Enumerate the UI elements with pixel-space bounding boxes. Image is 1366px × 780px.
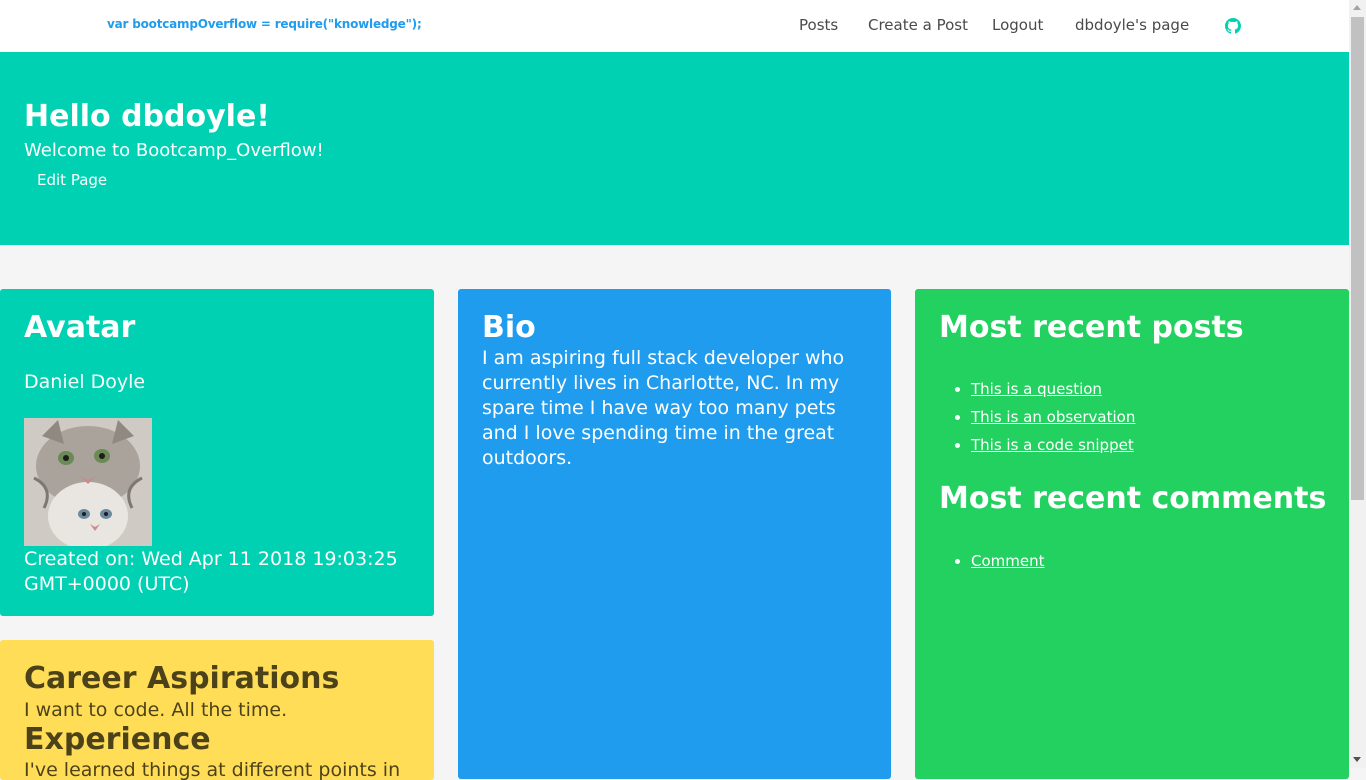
nav-posts[interactable]: Posts <box>799 16 838 34</box>
cat-avatar-image <box>24 418 152 546</box>
experience-title: Experience <box>24 722 211 757</box>
recent-comments-title: Most recent comments <box>939 481 1327 516</box>
account-created-date: Created on: Wed Apr 11 2018 19:03:25 GMT… <box>24 548 398 595</box>
top-navbar: var bootcampOverflow = require("knowledg… <box>0 0 1349 52</box>
edit-page-link[interactable]: Edit Page <box>37 171 107 189</box>
avatar-card-title: Avatar <box>24 310 136 345</box>
scroll-down-icon[interactable] <box>1353 757 1361 762</box>
vertical-scrollbar[interactable] <box>1349 0 1366 768</box>
scroll-up-icon[interactable] <box>1353 5 1361 10</box>
avatar-card: Avatar Daniel Doyle Created on: Wed Apr … <box>0 289 434 616</box>
career-card-title: Career Aspirations <box>24 661 340 696</box>
avatar-image <box>24 418 152 546</box>
nav-create-post[interactable]: Create a Post <box>868 16 968 34</box>
post-link[interactable]: This is a code snippet <box>971 436 1134 454</box>
recent-posts-list: This is a question This is an observatio… <box>971 375 1135 459</box>
nav-user-page[interactable]: dbdoyle's page <box>1075 16 1189 34</box>
list-item: This is an observation <box>971 403 1135 431</box>
user-full-name: Daniel Doyle <box>24 371 146 393</box>
hero-banner: Hello dbdoyle! Welcome to Bootcamp_Overf… <box>0 52 1349 245</box>
hero-title: Hello dbdoyle! <box>24 99 270 134</box>
brand-logo[interactable]: var bootcampOverflow = require("knowledg… <box>107 17 422 31</box>
bio-card-title: Bio <box>482 310 536 345</box>
career-card: Career Aspirations I want to code. All t… <box>0 640 434 780</box>
recent-activity-card: Most recent posts This is a question Thi… <box>915 289 1349 779</box>
post-link[interactable]: This is a question <box>971 380 1102 398</box>
list-item: This is a code snippet <box>971 431 1135 459</box>
bio-text: I am aspiring full stack developer who c… <box>482 347 845 469</box>
list-item: Comment <box>971 547 1045 575</box>
post-link[interactable]: This is an observation <box>971 408 1135 426</box>
github-icon[interactable] <box>1225 18 1241 34</box>
recent-posts-title: Most recent posts <box>939 310 1244 345</box>
list-item: This is a question <box>971 375 1135 403</box>
nav-logout[interactable]: Logout <box>992 16 1043 34</box>
scroll-thumb[interactable] <box>1351 17 1364 500</box>
experience-text: I've learned things at different points … <box>24 759 401 780</box>
career-text: I want to code. All the time. <box>24 699 288 721</box>
recent-comments-list: Comment <box>971 547 1045 575</box>
bio-card: Bio I am aspiring full stack developer w… <box>458 289 891 779</box>
hero-subtitle: Welcome to Bootcamp_Overflow! <box>24 140 324 161</box>
comment-link[interactable]: Comment <box>971 552 1045 570</box>
